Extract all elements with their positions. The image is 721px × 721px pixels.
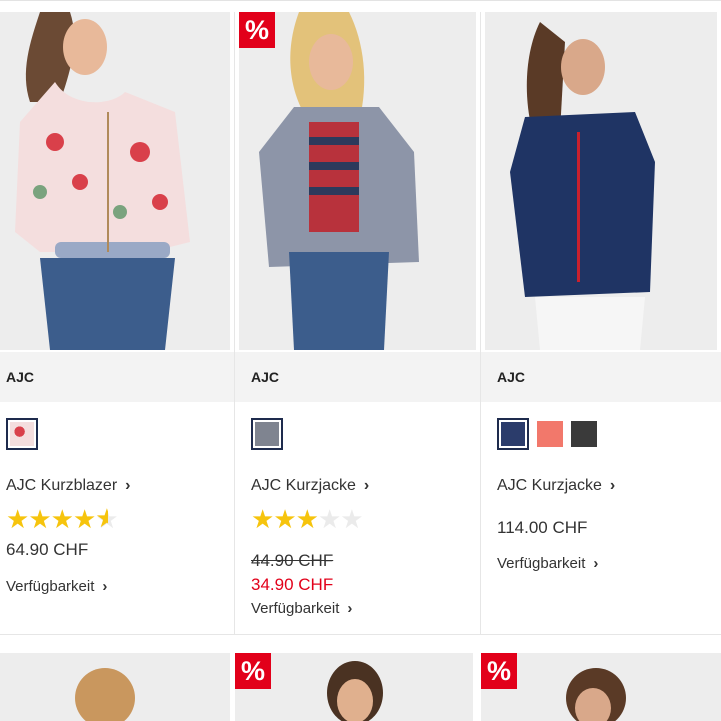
brand-label: AJC xyxy=(235,352,480,402)
sale-badge: % xyxy=(481,653,517,689)
product-card[interactable]: % AJC AJC Kurzjacke › ★★★★★ 44.90 CHF 34.… xyxy=(235,12,481,634)
availability-link[interactable]: Verfügbarkeit › xyxy=(251,600,352,617)
star-icon: ★ xyxy=(28,504,51,534)
swatch-navy[interactable] xyxy=(497,418,529,450)
product-image[interactable] xyxy=(0,653,230,721)
rating-stars: ★★★★★ xyxy=(6,504,119,534)
half-star-icon: ★ xyxy=(95,504,118,534)
brand-label: AJC xyxy=(481,352,721,402)
product-row-2: % % xyxy=(0,653,721,721)
color-swatches xyxy=(251,418,283,450)
swatch-grey[interactable] xyxy=(251,418,283,450)
product-image[interactable]: % xyxy=(235,653,473,721)
star-icon: ★ xyxy=(295,504,319,534)
star-icon: ★ xyxy=(251,504,274,534)
product-name-link[interactable]: AJC Kurzblazer › xyxy=(6,477,130,495)
availability-link[interactable]: Verfügbarkeit › xyxy=(6,578,107,595)
chevron-right-icon: › xyxy=(609,477,616,494)
price: 114.00 CHF xyxy=(497,518,588,537)
product-image[interactable]: % xyxy=(481,653,721,721)
sale-badge: % xyxy=(235,653,271,689)
product-image[interactable] xyxy=(0,12,230,350)
swatch-coral[interactable] xyxy=(537,421,563,447)
product-name-link[interactable]: AJC Kurzjacke › xyxy=(251,477,369,495)
swatch-black[interactable] xyxy=(571,421,597,447)
chevron-right-icon: › xyxy=(347,600,353,617)
row-divider xyxy=(0,634,721,635)
star-icon: ★ xyxy=(50,504,74,534)
sale-price: 34.90 CHF xyxy=(251,575,334,594)
star-icon: ★ xyxy=(6,504,29,534)
swatch-floral[interactable] xyxy=(6,418,38,450)
star-icon: ★ xyxy=(72,504,96,534)
rating-stars: ★★★★★ xyxy=(251,504,364,534)
chevron-right-icon: › xyxy=(363,477,370,494)
star-icon: ★ xyxy=(273,504,296,534)
empty-star-icon: ★ xyxy=(340,504,363,534)
chevron-right-icon: › xyxy=(102,578,108,595)
chevron-right-icon: › xyxy=(125,477,131,494)
product-image[interactable] xyxy=(485,12,717,350)
product-card[interactable]: AJC AJC Kurzblazer› ★★★★★ 64.90 CHF Verf… xyxy=(0,12,235,634)
old-price: 44.90 CHF xyxy=(251,551,334,570)
product-name-link[interactable]: AJC Kurzjacke › xyxy=(497,477,615,495)
product-card[interactable]: AJC AJC Kurzjacke › 114.00 CHF Verfügbark… xyxy=(481,12,721,634)
chevron-right-icon: › xyxy=(593,555,599,572)
availability-link[interactable]: Verfügbarkeit › xyxy=(497,555,598,572)
color-swatches xyxy=(6,418,38,450)
sale-badge: % xyxy=(239,12,275,48)
empty-star-icon: ★ xyxy=(317,504,341,534)
color-swatches xyxy=(497,418,597,450)
product-image[interactable]: % xyxy=(239,12,476,350)
top-divider xyxy=(0,0,721,4)
brand-label: AJC xyxy=(0,352,234,402)
price: 64.90 CHF xyxy=(6,540,89,559)
